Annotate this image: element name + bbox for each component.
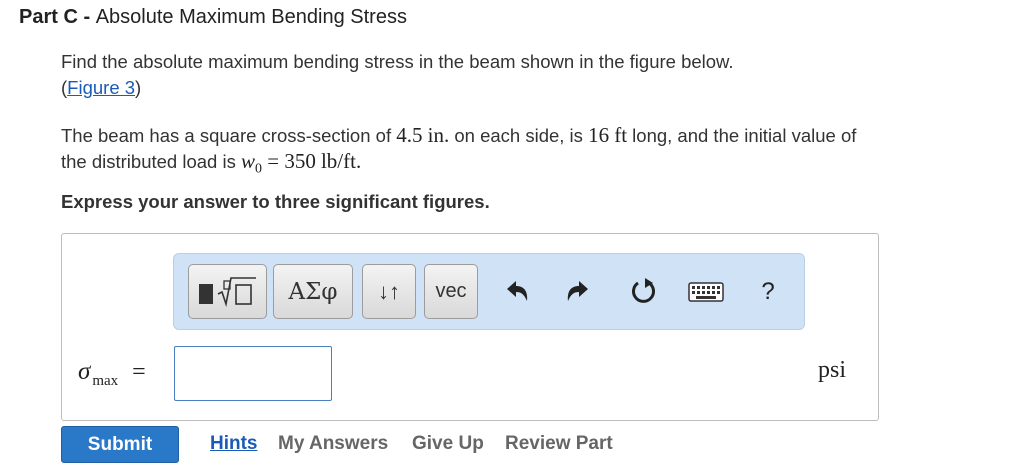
my-answers-link[interactable]: My Answers xyxy=(278,433,388,455)
submit-button[interactable]: Submit xyxy=(61,426,179,463)
load-subscript: 0 xyxy=(254,161,262,177)
reset-icon xyxy=(632,278,655,303)
length-value: 16 xyxy=(588,123,610,147)
part-label: Part C xyxy=(19,6,78,28)
part-title-text: Absolute Maximum Bending Stress xyxy=(95,6,407,28)
equals-sign: = xyxy=(132,359,146,385)
side-unit: in. xyxy=(427,123,450,147)
sigma-symbol: σ xyxy=(78,358,91,385)
answer-input[interactable] xyxy=(174,346,332,401)
review-part-link[interactable]: Review Part xyxy=(505,433,613,455)
sigma-subscript: max xyxy=(92,373,119,389)
greek-symbols-button[interactable]: ΑΣφ xyxy=(273,264,353,319)
undo-icon xyxy=(507,281,528,301)
figure-3-link[interactable]: Figure 3 xyxy=(67,77,135,98)
answer-label: σ max = xyxy=(78,358,146,389)
side-value: 4.5 xyxy=(396,123,423,147)
load-unit: lb/ft xyxy=(320,149,356,173)
help-button[interactable]: ? xyxy=(753,274,783,310)
redo-button[interactable] xyxy=(563,274,593,310)
question-line-3: the distributed load is w0 = 350 lb/ft. xyxy=(61,149,362,177)
load-symbol: w xyxy=(240,149,255,173)
part-title: Part C - Absolute Maximum Bending Stress xyxy=(19,6,407,28)
hints-link[interactable]: Hints xyxy=(210,433,258,455)
question-line-2: The beam has a square cross-section of 4… xyxy=(61,123,857,147)
length-unit: ft xyxy=(614,123,628,147)
unit-label: psi xyxy=(818,357,847,383)
question-line-1: Find the absolute maximum bending stress… xyxy=(61,51,734,72)
templates-button[interactable] xyxy=(188,264,267,319)
templates-icon xyxy=(198,276,256,307)
undo-button[interactable] xyxy=(502,274,532,310)
load-value: 350 xyxy=(284,149,316,173)
vector-button[interactable]: vec xyxy=(424,264,478,319)
reset-button[interactable] xyxy=(627,274,661,310)
arrows-button[interactable]: ↓↑ xyxy=(362,264,416,319)
math-toolbar: ΑΣφ ↓↑ vec ? xyxy=(173,253,805,330)
keyboard-icon xyxy=(688,282,724,302)
instruction-text: Express your answer to three significant… xyxy=(61,191,490,212)
redo-icon xyxy=(567,281,588,301)
figure-reference: (Figure 3) xyxy=(61,77,142,98)
keyboard-button[interactable] xyxy=(687,274,725,310)
give-up-link[interactable]: Give Up xyxy=(412,433,484,455)
